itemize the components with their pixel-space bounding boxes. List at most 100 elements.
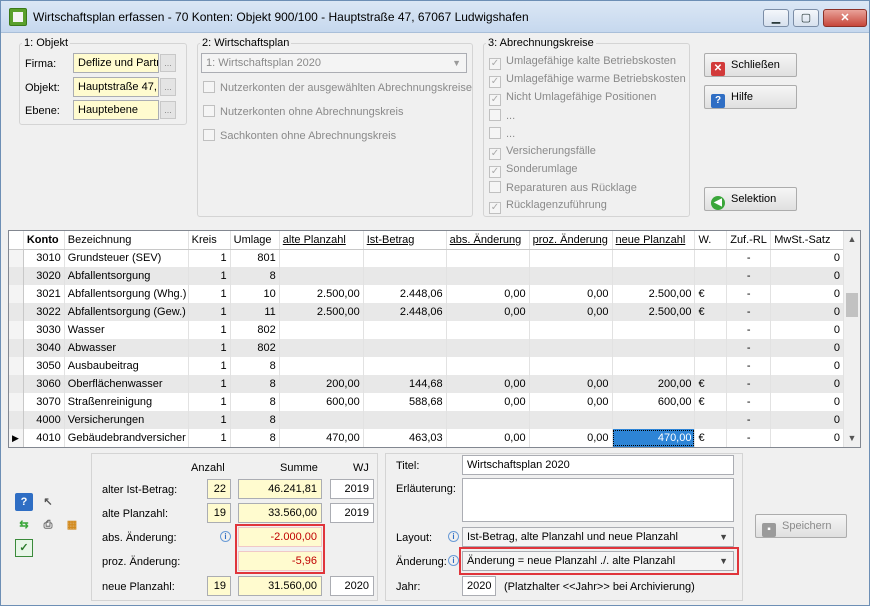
layout-select[interactable]: Ist-Betrag, alte Planzahl und neue Planz… [462,527,734,547]
help-icon[interactable]: ? [15,493,33,511]
table-cell[interactable]: 0 [770,339,844,357]
table-cell[interactable] [446,357,530,375]
column-header[interactable]: Zuf.-RL [726,231,772,250]
column-header[interactable]: Umlage [230,231,280,250]
table-cell[interactable]: 3020 [23,267,65,285]
jahr-input[interactable]: 2020 [462,576,496,596]
table-cell[interactable]: 1 [188,303,231,321]
minimize-button[interactable]: ▁ [763,9,789,27]
table-cell[interactable]: 3010 [23,249,65,267]
table-cell[interactable]: Straßenreinigung [64,393,189,411]
firma-browse-button[interactable]: ... [160,54,176,72]
table-cell[interactable]: 2.448,06 [363,285,447,303]
titel-input[interactable]: Wirtschaftsplan 2020 [462,455,734,475]
table-cell[interactable]: 0 [770,285,844,303]
table-cell[interactable]: 0 [770,249,844,267]
schliessen-button[interactable]: ✕ Schließen [704,53,797,77]
ebene-field[interactable]: Hauptebene [73,100,159,120]
table-cell[interactable]: Abfallentsorgung (Gew.) [64,303,189,321]
table-cell[interactable] [446,249,530,267]
table-cell[interactable] [612,249,696,267]
table-cell[interactable]: - [726,393,772,411]
table-cell[interactable]: 801 [230,249,280,267]
table-cell[interactable]: 0 [770,411,844,429]
table-row[interactable]: 3022 Abfallentsorgung (Gew.) 1 11 2.500,00 2.… [9,303,844,321]
table-cell[interactable]: 1 [188,249,231,267]
table-cell[interactable]: 0,00 [529,285,613,303]
table-cell[interactable]: - [726,339,772,357]
table-cell[interactable] [694,321,728,339]
table-row[interactable]: 3040 Abwasser 1 802 -0 [9,339,844,357]
column-header[interactable]: alte Planzahl [279,231,364,250]
table-cell[interactable] [279,321,364,339]
option-nutzerkonten-ohne[interactable]: Nutzerkonten ohne Abrechnungskreis [203,105,403,119]
table-cell[interactable]: 1 [188,339,231,357]
table-cell[interactable]: 144,68 [363,375,447,393]
table-cell[interactable]: - [726,267,772,285]
table-cell[interactable]: 1 [188,393,231,411]
table-cell[interactable]: - [726,357,772,375]
table-cell[interactable]: 0 [770,429,844,447]
table-cell[interactable]: 3070 [23,393,65,411]
kreis-option[interactable]: Reparaturen aus Rücklage [489,181,637,195]
table-cell[interactable]: 4010 [23,429,65,447]
table-cell[interactable]: 802 [230,321,280,339]
table-cell[interactable] [694,357,728,375]
table-cell[interactable] [363,249,447,267]
table-row[interactable]: 4000 Versicherungen 1 8 -0 [9,411,844,429]
table-cell[interactable]: 2.500,00 [279,303,364,321]
table-cell[interactable]: - [726,375,772,393]
table-cell[interactable]: Abwasser [64,339,189,357]
table-cell[interactable]: Versicherungen [64,411,189,429]
table-cell[interactable]: 0 [770,393,844,411]
table-cell[interactable]: 0,00 [446,375,530,393]
hilfe-button[interactable]: ? Hilfe [704,85,797,109]
table-cell[interactable]: 0 [770,303,844,321]
table-cell[interactable]: 1 [188,357,231,375]
table-cell[interactable] [529,357,613,375]
table-cell[interactable]: 0,00 [446,429,530,447]
neue-plan-wj[interactable]: 2020 [330,576,374,596]
table-cell[interactable] [612,339,696,357]
table-cell[interactable] [446,321,530,339]
table-cell[interactable]: 8 [230,411,280,429]
table-cell[interactable]: 0 [770,321,844,339]
wirtschaftsplan-select[interactable]: 1: Wirtschaftsplan 2020 ▼ [201,53,467,73]
column-header[interactable]: Konto [23,231,65,250]
table-cell[interactable] [279,411,364,429]
table-cell[interactable]: 200,00 [612,375,696,393]
table-row[interactable]: 3020 Abfallentsorgung 1 8 -0 [9,267,844,285]
table-cell[interactable]: 0 [770,267,844,285]
table-cell[interactable]: 3022 [23,303,65,321]
column-header[interactable]: Kreis [188,231,231,250]
table-row[interactable]: 3060 Oberflächenwasser 1 8 200,00 144,68 0,00 0… [9,375,844,393]
table-cell[interactable]: 3060 [23,375,65,393]
table-cell[interactable] [694,249,728,267]
table-cell[interactable] [363,339,447,357]
table-cell[interactable]: 1 [188,375,231,393]
speichern-button[interactable]: ▪ Speichern [755,514,847,538]
table-cell[interactable]: Oberflächenwasser [64,375,189,393]
table-cell[interactable]: Grundsteuer (SEV) [64,249,189,267]
scroll-thumb[interactable] [846,293,858,317]
grid-icon[interactable]: ▦ [63,516,81,534]
table-cell[interactable]: 1 [188,267,231,285]
table-row[interactable]: 3010 Grundsteuer (SEV) 1 801 -0 [9,249,844,267]
table-cell[interactable]: - [726,249,772,267]
maximize-button[interactable]: ▢ [793,9,819,27]
table-cell[interactable]: 0,00 [529,393,613,411]
table-cell[interactable]: 0,00 [446,393,530,411]
table-row[interactable]: 3021 Abfallentsorgung (Whg.) 1 10 2.500,00 2.… [9,285,844,303]
table-cell[interactable]: 588,68 [363,393,447,411]
table-cell[interactable]: 8 [230,393,280,411]
cursor-icon[interactable]: ↖ [39,493,57,511]
table-cell[interactable] [279,249,364,267]
table-cell[interactable] [446,411,530,429]
scroll-down-icon[interactable]: ▼ [844,430,860,447]
table-cell[interactable]: 0 [770,357,844,375]
refresh-icon[interactable]: ⇆ [15,516,33,534]
table-cell[interactable]: 8 [230,267,280,285]
table-cell[interactable] [279,267,364,285]
column-header[interactable]: proz. Änderung [529,231,613,250]
table-cell[interactable]: Gebäudebrandversicher [64,429,189,447]
